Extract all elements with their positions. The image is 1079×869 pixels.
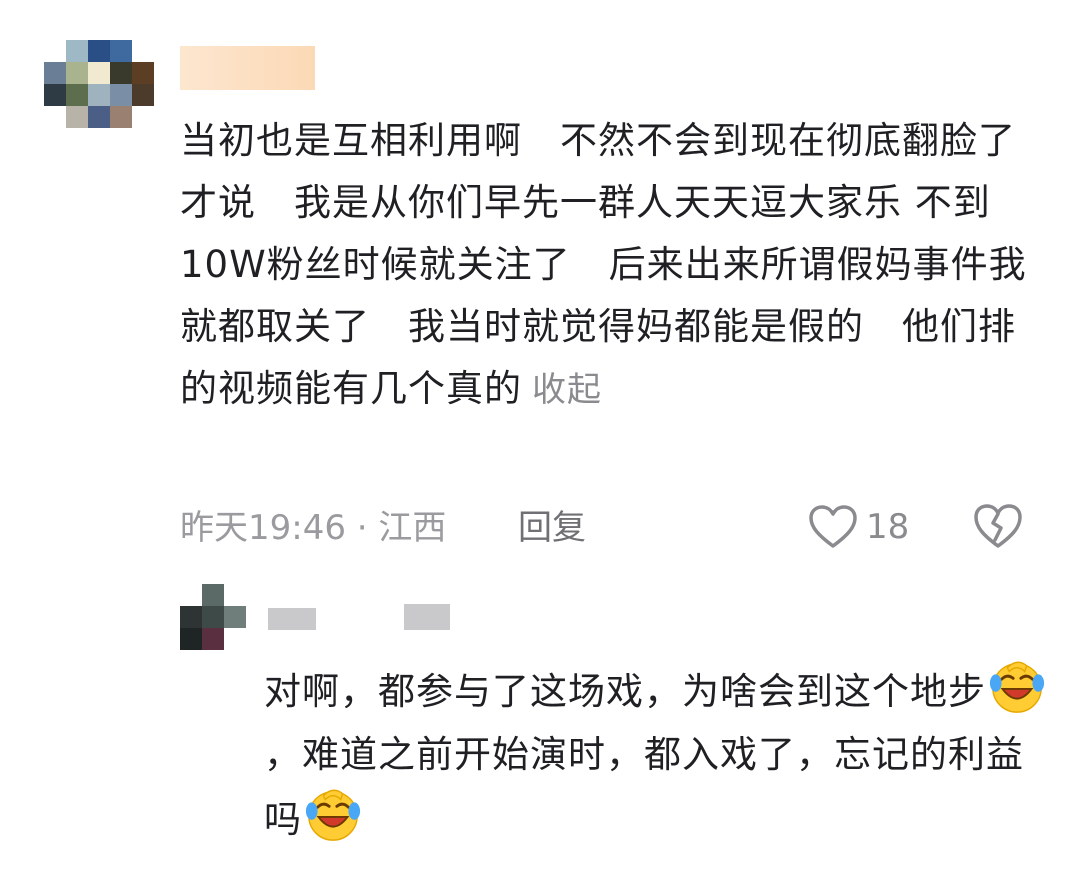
replier-avatar[interactable] xyxy=(180,584,250,652)
comment-text: 当初也是互相利用啊 不然不会到现在彻底翻脸了才说 我是从你们早先一群人天天逗大家… xyxy=(180,119,1027,410)
broken-heart-icon xyxy=(974,504,1022,548)
commenter-name-blurred[interactable] xyxy=(180,46,315,90)
comment-timestamp-location: 昨天19:46 · 江西 xyxy=(180,508,447,548)
heart-outline-icon xyxy=(809,505,857,548)
reply-body: 对啊，都参与了这场戏，为啥会到这个地步 ，难道之前开始演时，都入戏了，忘记的利益… xyxy=(264,658,1054,851)
reply-button[interactable]: 回复 xyxy=(518,502,586,554)
collapse-link[interactable]: 收起 xyxy=(532,370,602,410)
like-button[interactable]: 18 xyxy=(808,500,918,554)
laughing-crying-emoji-icon xyxy=(989,661,1045,713)
replier-name-blurred[interactable] xyxy=(268,608,316,630)
dislike-button[interactable] xyxy=(972,502,1024,552)
reply-text-part1: 对啊，都参与了这场戏，为啥会到这个地步 xyxy=(264,670,986,713)
like-count: 18 xyxy=(866,507,910,547)
commenter-avatar[interactable] xyxy=(44,40,156,136)
laughing-crying-emoji-icon xyxy=(305,789,361,841)
comment-body: 当初也是互相利用啊 不然不会到现在彻底翻脸了才说 我是从你们早先一群人天天逗大家… xyxy=(180,110,1040,421)
reply-text-part2: ，难道之前开始演时，都入戏了，忘记的利益吗 xyxy=(264,733,1024,841)
reply-to-name-blurred[interactable] xyxy=(404,604,450,630)
